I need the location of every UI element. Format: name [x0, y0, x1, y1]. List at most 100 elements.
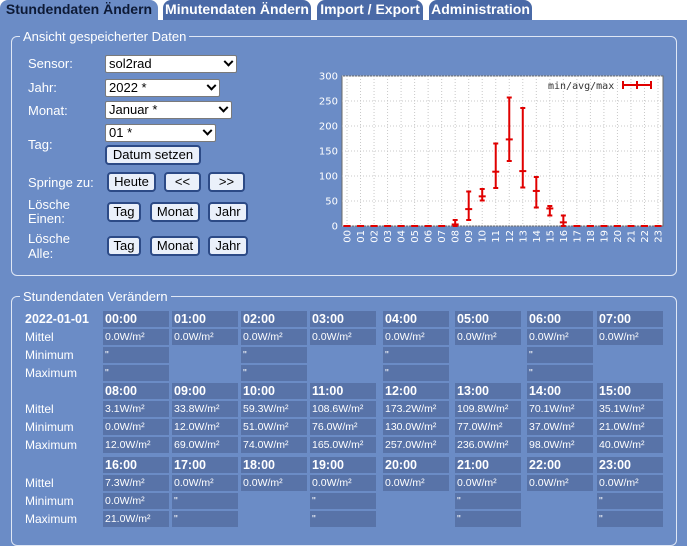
x-tick-label: 12: [505, 230, 516, 243]
x-tick-label: 10: [478, 230, 489, 243]
x-axis: 00 01 02 03 04 05 06 07 08 09 10 11 12 13 14 15 16 17 18 19…: [343, 230, 665, 243]
hour-header: 02:00: [241, 311, 307, 327]
value-field-minimum[interactable]: 12.0W/m²: [172, 419, 238, 435]
year-select[interactable]: 2022 *: [105, 79, 220, 97]
value-field-maximum[interactable]: 236.0W/m²: [455, 437, 521, 453]
value-field-maximum[interactable]: 74.0W/m²: [241, 437, 307, 453]
hour-header: 18:00: [241, 457, 307, 473]
hour-header: 08:00: [103, 383, 169, 399]
tab-minutendaten[interactable]: Minutendaten Ändern: [163, 0, 311, 20]
value-field-maximum[interactable]: ": [241, 365, 307, 381]
tab-stundendaten[interactable]: Stundendaten Ändern: [0, 0, 158, 20]
delete-all-year-button[interactable]: Jahr: [208, 236, 248, 256]
delete-one-day-button[interactable]: Tag: [107, 202, 141, 222]
value-field-maximum[interactable]: 257.0W/m²: [383, 437, 449, 453]
delete-all-month-button[interactable]: Monat: [150, 236, 200, 256]
value-field-maximum[interactable]: ": [527, 365, 593, 381]
value-field-maximum[interactable]: ": [455, 511, 521, 527]
value-field-maximum[interactable]: ": [310, 511, 376, 527]
x-tick-label: 17: [572, 230, 583, 243]
value-field-maximum[interactable]: 12.0W/m²: [103, 437, 169, 453]
hour-header: 11:00: [310, 383, 376, 399]
value-field-minimum: [383, 493, 449, 509]
value-field-mittel[interactable]: 0.0W/m²: [527, 329, 593, 345]
value-field-maximum[interactable]: ": [172, 511, 238, 527]
value-field-mittel[interactable]: 0.0W/m²: [383, 475, 449, 491]
value-field-minimum[interactable]: 37.0W/m²: [527, 419, 593, 435]
tab-import-export[interactable]: Import / Export: [317, 0, 423, 20]
value-field-mittel[interactable]: 0.0W/m²: [241, 329, 307, 345]
value-field-maximum[interactable]: 21.0W/m²: [103, 511, 169, 527]
value-field-minimum[interactable]: ": [597, 493, 663, 509]
chevron-down-icon: [202, 125, 213, 136]
y-tick-label: 100: [319, 172, 338, 183]
sensor-select[interactable]: sol2rad: [105, 55, 237, 73]
value-field-maximum[interactable]: 165.0W/m²: [310, 437, 376, 453]
delete-all-day-button[interactable]: Tag: [107, 236, 141, 256]
value-field-mittel[interactable]: 0.0W/m²: [241, 475, 307, 491]
value-field-mittel[interactable]: 59.3W/m²: [241, 401, 307, 417]
month-label: Monat:: [28, 103, 68, 118]
value-field-minimum[interactable]: ": [310, 493, 376, 509]
x-tick-label: 21: [626, 230, 637, 243]
value-field-minimum[interactable]: 76.0W/m²: [310, 419, 376, 435]
value-field-mittel[interactable]: 0.0W/m²: [172, 329, 238, 345]
value-field-mittel[interactable]: 33.8W/m²: [172, 401, 238, 417]
next-button[interactable]: >>: [208, 172, 245, 192]
hourly-legend: Stundendaten Verändern: [20, 290, 171, 304]
value-field-minimum: [241, 493, 307, 509]
value-field-minimum[interactable]: ": [103, 347, 169, 363]
value-field-minimum[interactable]: ": [241, 347, 307, 363]
value-field-mittel[interactable]: 0.0W/m²: [310, 475, 376, 491]
value-field-mittel[interactable]: 0.0W/m²: [597, 329, 663, 345]
value-field-mittel[interactable]: 0.0W/m²: [383, 329, 449, 345]
month-select[interactable]: Januar *: [105, 101, 232, 119]
value-field-maximum[interactable]: ": [383, 365, 449, 381]
value-field-minimum[interactable]: ": [527, 347, 593, 363]
value-field-maximum[interactable]: ": [103, 365, 169, 381]
value-field-minimum[interactable]: 21.0W/m²: [597, 419, 663, 435]
value-field-mittel[interactable]: 0.0W/m²: [597, 475, 663, 491]
value-field-maximum[interactable]: 40.0W/m²: [597, 437, 663, 453]
value-field-mittel[interactable]: 0.0W/m²: [103, 329, 169, 345]
value-field-mittel[interactable]: 0.0W/m²: [455, 329, 521, 345]
delete-all-label-2: Alle:: [28, 246, 54, 261]
value-field-minimum[interactable]: 0.0W/m²: [103, 493, 169, 509]
value-field-minimum: [455, 347, 521, 363]
hour-header: 04:00: [383, 311, 449, 327]
set-date-button[interactable]: Datum setzen: [105, 145, 201, 165]
value-field-mittel[interactable]: 70.1W/m²: [527, 401, 593, 417]
value-field-mittel[interactable]: 0.0W/m²: [527, 475, 593, 491]
value-field-minimum[interactable]: 130.0W/m²: [383, 419, 449, 435]
value-field-mittel[interactable]: 35.1W/m²: [597, 401, 663, 417]
value-field-minimum[interactable]: 51.0W/m²: [241, 419, 307, 435]
delete-one-month-button[interactable]: Monat: [150, 202, 200, 222]
value-field-minimum: [172, 347, 238, 363]
hour-header: 19:00: [310, 457, 376, 473]
today-button[interactable]: Heute: [107, 172, 156, 192]
value-field-minimum[interactable]: ": [383, 347, 449, 363]
prev-button[interactable]: <<: [164, 172, 201, 192]
x-tick-label: 20: [613, 230, 624, 243]
value-field-mittel[interactable]: 0.0W/m²: [455, 475, 521, 491]
day-select[interactable]: 01 *: [105, 124, 216, 142]
value-field-minimum[interactable]: ": [455, 493, 521, 509]
value-field-mittel[interactable]: 7.3W/m²: [103, 475, 169, 491]
row-label-maximum: Maximum: [25, 438, 78, 452]
value-field-minimum[interactable]: ": [172, 493, 238, 509]
value-field-mittel[interactable]: 173.2W/m²: [383, 401, 449, 417]
value-field-mittel[interactable]: 109.8W/m²: [455, 401, 521, 417]
value-field-maximum[interactable]: 98.0W/m²: [527, 437, 593, 453]
value-field-mittel[interactable]: 0.0W/m²: [310, 329, 376, 345]
value-field-mittel[interactable]: 3.1W/m²: [103, 401, 169, 417]
chevron-down-icon: [206, 80, 217, 91]
value-field-minimum[interactable]: 0.0W/m²: [103, 419, 169, 435]
row-label-minimum: Minimum: [25, 494, 74, 508]
value-field-minimum[interactable]: 77.0W/m²: [455, 419, 521, 435]
tab-administration[interactable]: Administration: [429, 0, 532, 20]
value-field-maximum[interactable]: 69.0W/m²: [172, 437, 238, 453]
delete-one-year-button[interactable]: Jahr: [208, 202, 248, 222]
value-field-mittel[interactable]: 108.6W/m²: [310, 401, 376, 417]
value-field-mittel[interactable]: 0.0W/m²: [172, 475, 238, 491]
value-field-maximum[interactable]: ": [597, 511, 663, 527]
